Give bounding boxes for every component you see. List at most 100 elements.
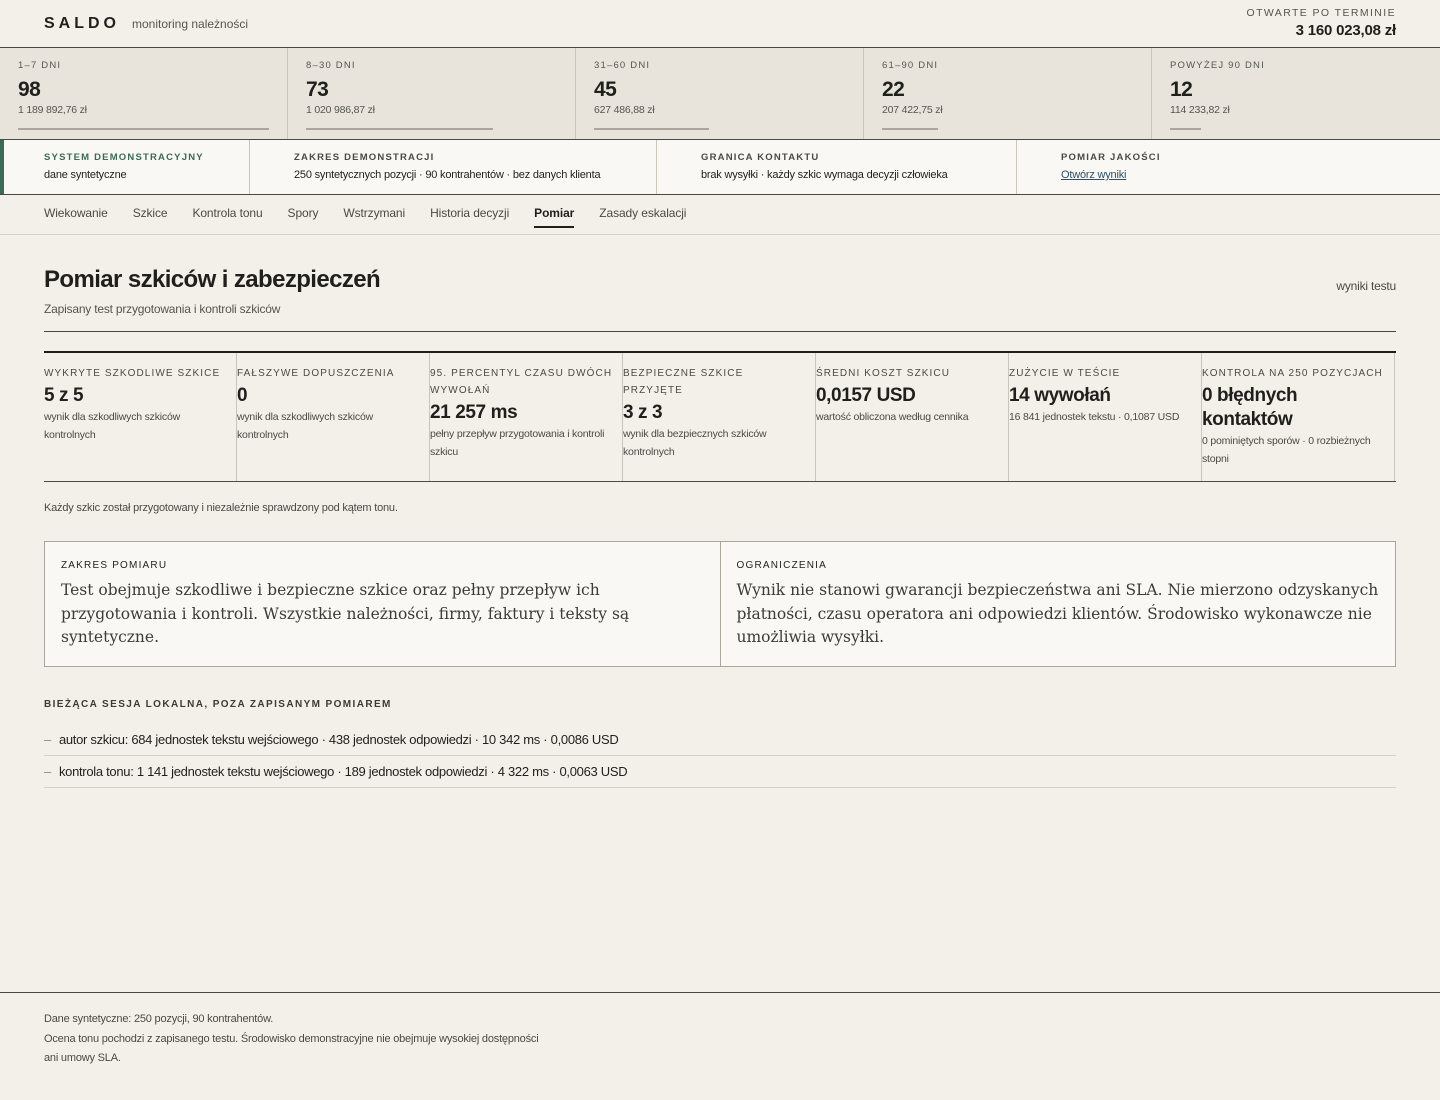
bucket-share-bar [18,128,269,130]
metric-note: pełny przepływ przygotowania i kontroli … [430,428,605,458]
aging-buckets: 1–7 DNI 98 1 189 892,76 zł 8–30 DNI 73 1… [0,48,1440,140]
metric-safe-accepted: BEZPIECZNE SZKICE PRZYJĘTE 3 z 3 wynik d… [623,353,816,481]
info-contact: GRANICA KONTAKTU brak wysyłki · każdy sz… [657,140,1017,194]
metric-p95-latency: 95. PERCENTYL CZASU DWÓCH WYWOŁAŃ 21 257… [430,353,623,481]
bucket-over-90[interactable]: POWYŻEJ 90 DNI 12 114 233,82 zł [1152,48,1440,139]
info-scope-value: 250 syntetycznych pozycji · 90 kontrahen… [294,169,601,181]
bucket-amount: 1 189 892,76 zł [18,104,87,116]
metric-control-250: KONTROLA NA 250 POZYCJACH 0 błędnych kon… [1202,353,1395,481]
scope-box-text: Test obejmuje szkodliwe i bezpieczne szk… [61,581,630,646]
list-item: – kontrola tonu: 1 141 jednostek tekstu … [44,756,1396,788]
metric-value: 3 z 3 [623,402,663,423]
method-note: Każdy szkic został przygotowany i niezal… [44,502,398,514]
tab-szkice[interactable]: Szkice [133,195,168,235]
info-system: SYSTEM DEMONSTRACYJNY dane syntetyczne [0,140,250,194]
metric-harmful-detected: WYKRYTE SZKODLIWE SZKICE 5 z 5 wynik dla… [44,353,237,481]
dash-icon: – [44,764,51,779]
tab-zasady-eskalacji[interactable]: Zasady eskalacji [599,195,686,235]
brand: SALDO monitoring należności [44,15,248,33]
metric-note: wynik dla szkodliwych szkiców kontrolnyc… [237,411,373,441]
page-title: Pomiar szkiców i zabezpieczeń [44,266,381,293]
page-subtitle: Zapisany test przygotowania i kontroli s… [44,302,281,316]
metric-value: 0,0157 USD [816,385,916,406]
tab-bar: Wiekowanie Szkice Kontrola tonu Spory Ws… [0,195,1440,235]
footer-line: Ocena tonu pochodzi z zapisanego testu. … [44,1032,539,1065]
metrics-row: WYKRYTE SZKODLIWE SZKICE 5 z 5 wynik dla… [44,351,1396,482]
page-header: Pomiar szkiców i zabezpieczeń Zapisany t… [44,266,1396,332]
brand-subtitle: monitoring należności [132,17,249,31]
bucket-label: 61–90 DNI [882,60,939,71]
footer-line: Dane syntetyczne: 250 pozycji, 90 kontra… [44,1013,274,1025]
tab-wstrzymani[interactable]: Wstrzymani [343,195,405,235]
info-system-value: dane syntetyczne [44,169,127,181]
metric-label: WYKRYTE SZKODLIWE SZKICE [44,368,221,379]
bucket-share-bar [306,128,493,130]
bucket-count: 22 [882,78,905,101]
scope-limits-panel: ZAKRES POMIARU Test obejmuje szkodliwe i… [44,541,1396,667]
bucket-61-90[interactable]: 61–90 DNI 22 207 422,75 zł [864,48,1152,139]
metric-usage: ZUŻYCIE W TEŚCIE 14 wywołań 16 841 jedno… [1009,353,1202,481]
metric-note: 0 pominiętych sporów · 0 rozbieżnych sto… [1202,435,1371,465]
metric-note: 16 841 jednostek tekstu · 0,1087 USD [1009,411,1180,423]
bucket-count: 45 [594,78,617,101]
metric-label: FAŁSZYWE DOPUSZCZENIA [237,368,395,379]
scope-box-label: ZAKRES POMIARU [61,560,168,571]
bucket-share-bar [594,128,709,130]
metric-label: 95. PERCENTYL CZASU DWÓCH WYWOŁAŃ [430,368,613,396]
info-quality-label: POMIAR JAKOŚCI [1061,152,1161,163]
bucket-amount: 207 422,75 zł [882,104,943,116]
info-scope-label: ZAKRES DEMONSTRACJI [294,152,435,163]
limits-box-label: OGRANICZENIA [736,560,828,571]
list-item: – autor szkicu: 684 jednostek tekstu wej… [44,724,1396,756]
info-strip: SYSTEM DEMONSTRACYJNY dane syntetyczne Z… [0,140,1440,195]
overdue-total-value: 3 160 023,08 zł [1295,22,1397,39]
info-system-label: SYSTEM DEMONSTRACYJNY [44,152,204,163]
metric-avg-cost: ŚREDNI KOSZT SZKICU 0,0157 USD wartość o… [816,353,1009,481]
bucket-1-7[interactable]: 1–7 DNI 98 1 189 892,76 zł [0,48,288,139]
bucket-count: 98 [18,78,41,101]
metric-value: 0 [237,385,248,406]
metric-note: wynik dla szkodliwych szkiców kontrolnyc… [44,411,180,441]
bucket-amount: 627 486,88 zł [594,104,655,116]
metric-value: 14 wywołań [1009,385,1111,406]
tab-historia-decyzji[interactable]: Historia decyzji [430,195,509,235]
info-contact-label: GRANICA KONTAKTU [701,152,820,163]
bucket-share-bar [882,128,938,130]
overdue-total-label: OTWARTE PO TERMINIE [1246,7,1396,19]
metric-value: 0 błędnych kontaktów [1202,385,1298,430]
metric-note: wartość obliczona według cennika [816,411,969,423]
bucket-amount: 1 020 986,87 zł [306,104,375,116]
info-contact-value: brak wysyłki · każdy szkic wymaga decyzj… [701,169,948,181]
tab-pomiar[interactable]: Pomiar [534,195,574,235]
dash-icon: – [44,732,51,747]
bucket-label: 1–7 DNI [18,60,62,71]
metric-label: ŚREDNI KOSZT SZKICU [816,368,951,379]
metric-label: ZUŻYCIE W TEŚCIE [1009,368,1121,379]
metric-label: KONTROLA NA 250 POZYCJACH [1202,368,1383,379]
bucket-31-60[interactable]: 31–60 DNI 45 627 486,88 zł [576,48,864,139]
bucket-count: 12 [1170,78,1193,101]
session-item-text: kontrola tonu: 1 141 jednostek tekstu we… [58,764,628,779]
bucket-label: 8–30 DNI [306,60,356,71]
bucket-8-30[interactable]: 8–30 DNI 73 1 020 986,87 zł [288,48,576,139]
tab-kontrola-tonu[interactable]: Kontrola tonu [192,195,262,235]
tab-spory[interactable]: Spory [288,195,319,235]
session-list: – autor szkicu: 684 jednostek tekstu wej… [44,724,1396,788]
limits-box-text: Wynik nie stanowi gwarancji bezpieczeńst… [736,581,1379,646]
bucket-label: POWYŻEJ 90 DNI [1170,60,1265,71]
bucket-label: 31–60 DNI [594,60,651,71]
metric-value: 5 z 5 [44,385,84,406]
brand-logo[interactable]: SALDO [44,15,120,33]
overdue-total: OTWARTE PO TERMINIE 3 160 023,08 zł [1247,7,1397,39]
tab-wiekowanie[interactable]: Wiekowanie [44,195,108,235]
info-quality: POMIAR JAKOŚCI Otwórz wyniki [1017,140,1440,194]
page-tag: wyniki testu [1336,279,1396,293]
footer: Dane syntetyczne: 250 pozycji, 90 kontra… [0,992,1440,1100]
top-bar: SALDO monitoring należności OTWARTE PO T… [0,0,1440,48]
metric-false-accepts: FAŁSZYWE DOPUSZCZENIA 0 wynik dla szkodl… [237,353,430,481]
metric-label: BEZPIECZNE SZKICE PRZYJĘTE [623,368,744,396]
limits-box: OGRANICZENIA Wynik nie stanowi gwarancji… [719,542,1396,666]
session-item-text: autor szkicu: 684 jednostek tekstu wejśc… [58,732,619,747]
open-results-link[interactable]: Otwórz wyniki [1061,169,1126,181]
session-title: BIEŻĄCA SESJA LOKALNA, POZA ZAPISANYM PO… [44,699,392,710]
